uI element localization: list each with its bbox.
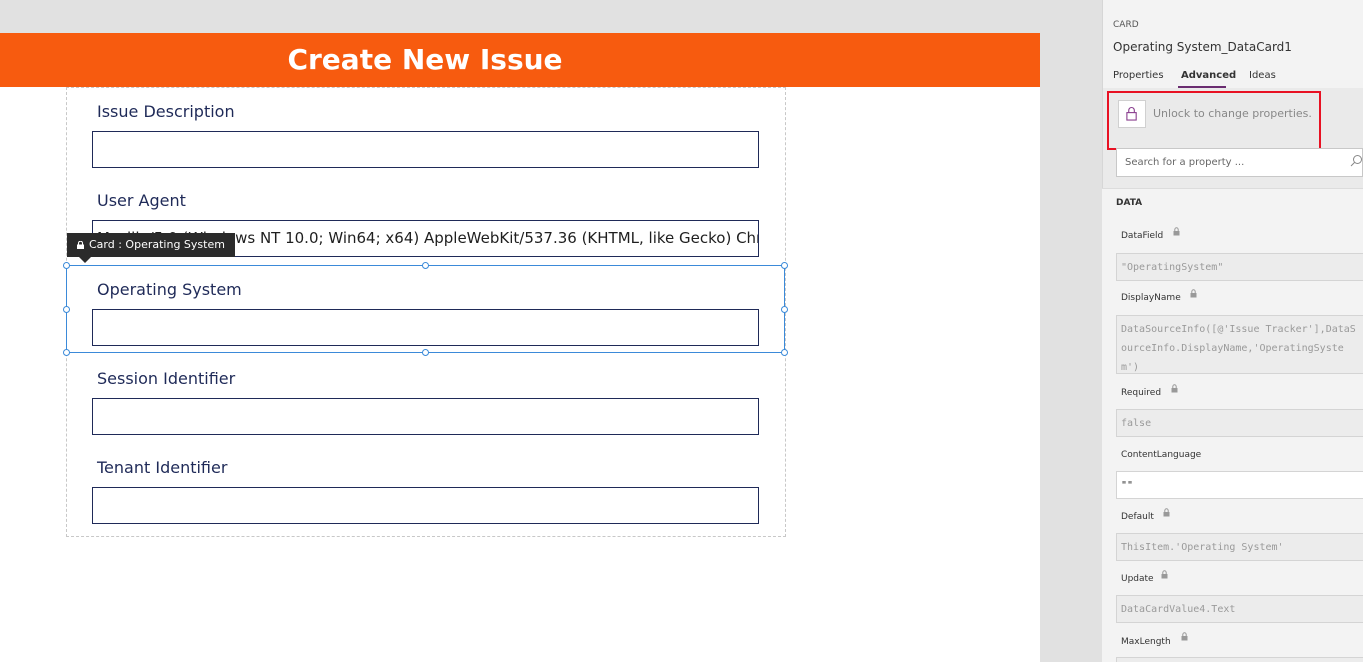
prop-label-required: Required [1121,388,1162,398]
prop-value-required[interactable]: false [1116,409,1363,437]
lock-icon [1171,384,1178,393]
session-identifier-label: Session Identifier [97,369,236,388]
highlight-box [1107,91,1321,150]
active-tab-indicator [1178,86,1226,88]
tooltip-text: Card : Operating System [89,238,225,251]
page-title: Create New Issue [287,43,563,76]
screen-top-strip [0,2,1040,33]
prop-label-contentlanguage: ContentLanguage [1121,450,1202,460]
resize-handle-top-left[interactable] [63,262,70,269]
lock-icon [1161,570,1168,579]
prop-label-displayname: DisplayName [1121,293,1181,303]
session-identifier-input[interactable] [92,398,759,435]
property-list: DATA DataField "OperatingSystem" Display… [1102,188,1363,662]
user-agent-label: User Agent [97,191,186,210]
resize-handle-bottom-right[interactable] [781,349,788,356]
prop-label-default: Default [1121,512,1154,522]
lock-icon [1163,508,1170,517]
search-icon[interactable] [1350,154,1363,167]
control-kind: CARD [1113,20,1139,30]
resize-handle-top[interactable] [422,262,429,269]
prop-label-maxlength: MaxLength [1121,637,1171,647]
section-heading: DATA [1116,198,1143,208]
tooltip-arrow [79,257,91,263]
tenant-identifier-input[interactable] [92,487,759,524]
lock-icon [1190,289,1197,298]
tab-ideas[interactable]: Ideas [1249,70,1276,81]
resize-handle-bottom[interactable] [422,349,429,356]
lock-icon [77,241,84,249]
prop-value-contentlanguage[interactable]: "" [1116,471,1363,499]
prop-value-update[interactable]: DataCardValue4.Text [1116,595,1363,623]
tenant-identifier-label: Tenant Identifier [97,458,228,477]
prop-label-update: Update [1121,574,1154,584]
tab-properties[interactable]: Properties [1113,70,1164,81]
property-search-input[interactable]: Search for a property ... [1116,148,1363,177]
prop-value-maxlength[interactable] [1116,657,1363,662]
resize-handle-right[interactable] [781,306,788,313]
resize-handle-left[interactable] [63,306,70,313]
card-tooltip: Card : Operating System [67,233,235,257]
prop-value-datafield[interactable]: "OperatingSystem" [1116,253,1363,281]
prop-value-displayname[interactable]: DataSourceInfo([@'Issue Tracker'],DataSo… [1116,315,1363,374]
selected-card-outline[interactable] [66,265,785,353]
prop-label-datafield: DataField [1121,231,1164,241]
resize-handle-bottom-left[interactable] [63,349,70,356]
prop-value-default[interactable]: ThisItem.'Operating System' [1116,533,1363,561]
issue-description-input[interactable] [92,131,759,168]
panel-header: CARD Operating System_DataCard1 Properti… [1103,0,1363,88]
lock-icon [1173,227,1180,236]
tab-advanced[interactable]: Advanced [1181,70,1236,81]
issue-description-label: Issue Description [97,102,235,121]
control-name[interactable]: Operating System_DataCard1 [1113,40,1292,54]
lock-icon [1181,632,1188,641]
resize-handle-top-right[interactable] [781,262,788,269]
